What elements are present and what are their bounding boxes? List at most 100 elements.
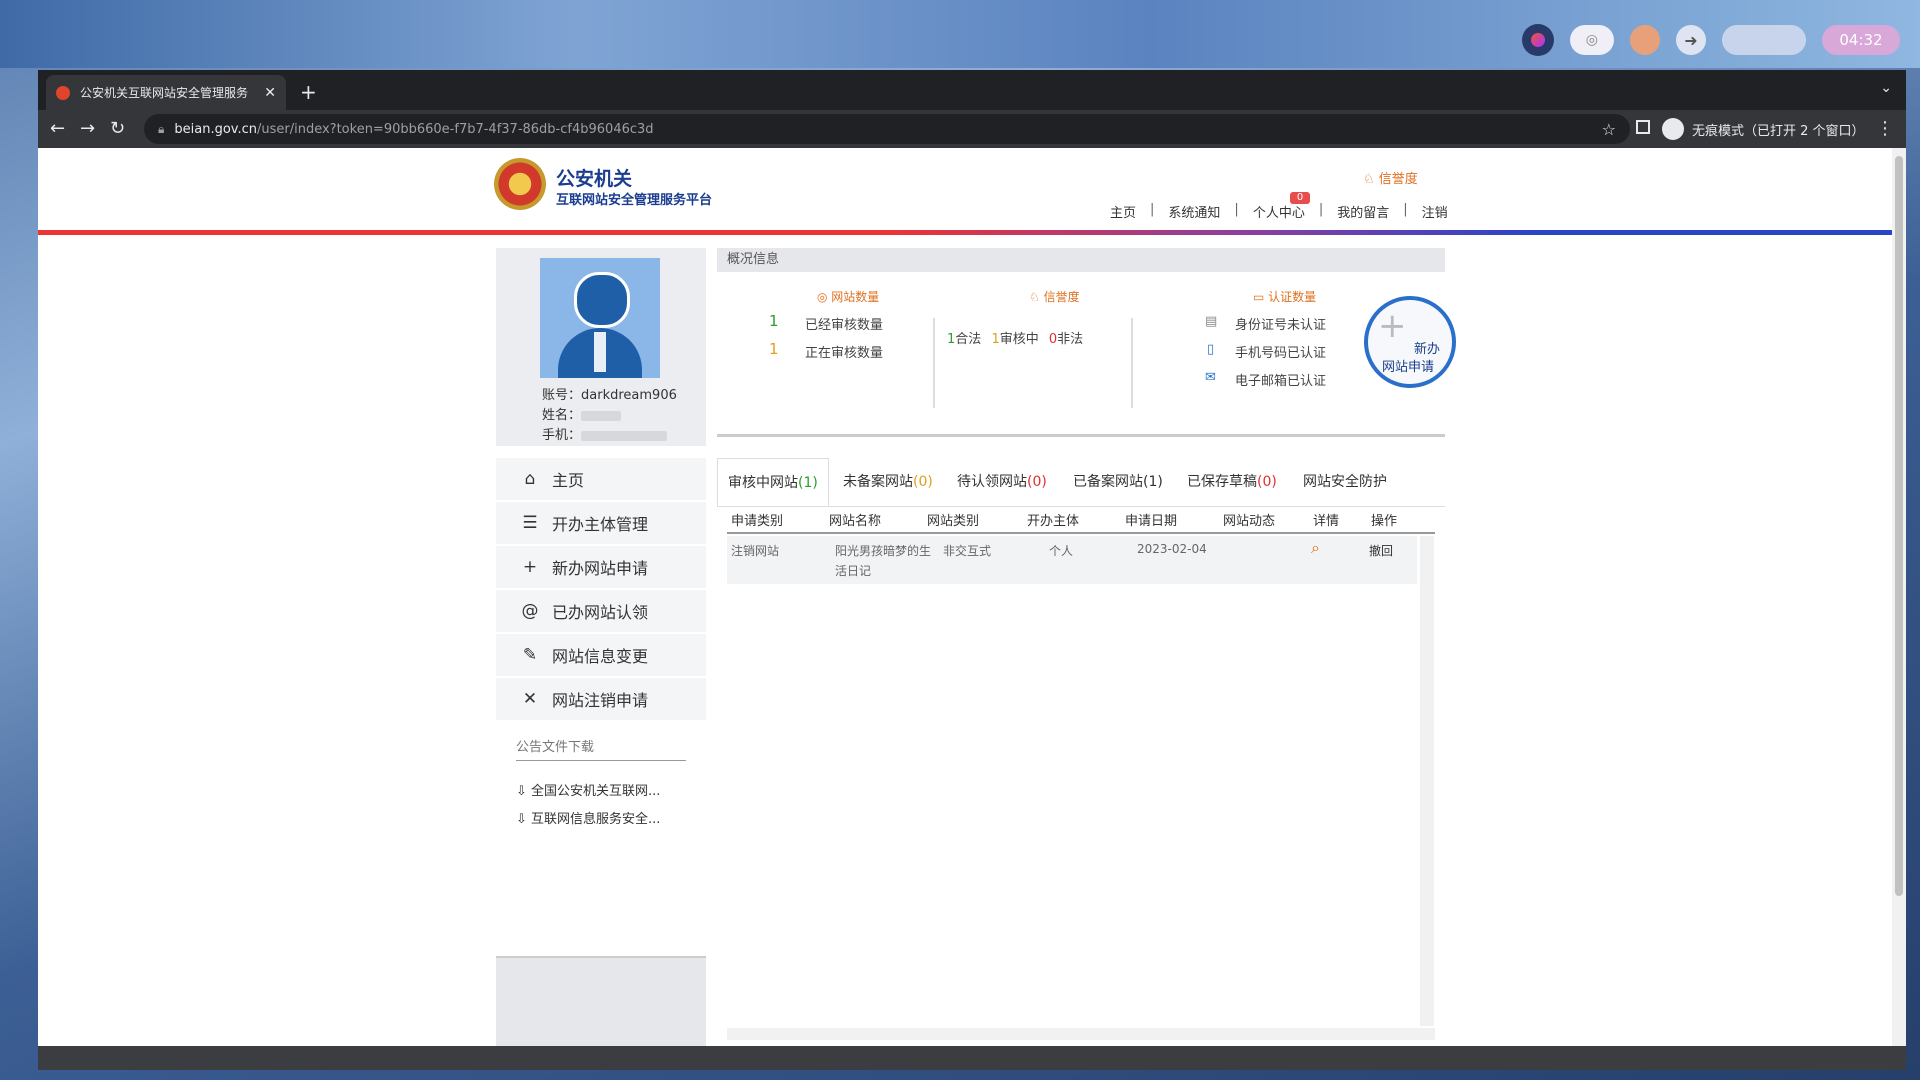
withdraw-link[interactable]: 撤回: [1369, 542, 1393, 559]
tab-filed[interactable]: 已备案网站(1): [1073, 458, 1163, 506]
col-name: 网站名称: [829, 514, 882, 529]
page-scrollbar[interactable]: [1892, 148, 1906, 1046]
credit-label: 信誉度: [1378, 172, 1418, 187]
arrow-right-icon[interactable]: ➜: [1676, 25, 1706, 55]
col-category: 网站类别: [927, 514, 980, 529]
tab-unclaimed[interactable]: 待认领网站(0): [957, 458, 1047, 506]
new-site-label-2: 网站申请: [1382, 360, 1435, 375]
tab-search-icon[interactable]: ⌄: [1880, 80, 1892, 96]
address-bar[interactable]: 🔒︎ beian.gov.cn /user/index?token=90bb66…: [144, 114, 1630, 144]
menu-label: 已办网站认领: [552, 603, 649, 622]
cert-phone: 手机号码已认证: [1235, 346, 1327, 361]
tab-unfiled[interactable]: 未备案网站(0): [843, 458, 933, 506]
avatar: [540, 258, 660, 378]
cert-heading: ▭ 认证数量: [1253, 290, 1317, 304]
notice-link-2[interactable]: ⇩ 互联网信息服务安全...: [516, 808, 660, 827]
reload-icon[interactable]: ↻: [110, 118, 125, 139]
reviewed-count: 1: [769, 312, 779, 330]
back-icon[interactable]: ←: [50, 118, 65, 139]
notice-link-1[interactable]: ⇩ 全国公安机关互联网...: [516, 780, 660, 799]
cert-id: 身份证号未认证: [1235, 318, 1327, 333]
left-panel-footer: [496, 956, 706, 1046]
scrollbar-thumb[interactable]: [1895, 156, 1903, 896]
account-value: darkdream906: [581, 388, 677, 403]
user-avatar-icon[interactable]: [1630, 25, 1660, 55]
col-type: 申请类别: [731, 514, 784, 529]
nav-messages[interactable]: 我的留言: [1337, 202, 1389, 221]
tab-label: 网站安全防护: [1303, 474, 1387, 490]
browser-menu-icon[interactable]: ⋮: [1876, 118, 1894, 139]
table-header-divider: [727, 532, 1435, 534]
plus-icon: +: [1378, 306, 1407, 346]
browser-bottom-bar: [38, 1046, 1906, 1070]
browser-window: 公安机关互联网站安全管理服务 ✕ + ⌄ ← → ↻ 🔒︎ beian.gov.…: [38, 70, 1906, 1070]
tab-reviewing[interactable]: 审核中网站(1): [717, 458, 829, 506]
close-tab-icon[interactable]: ✕: [264, 85, 276, 101]
review-count: 1: [991, 332, 1000, 347]
system-tray: ◎ ➜ 04:32: [1521, 24, 1900, 56]
review-label: 审核中: [999, 332, 1039, 347]
tab-count: (1): [1143, 474, 1163, 490]
account-label: 账号：: [542, 388, 582, 403]
menu-change-info[interactable]: ✎ 网站信息变更: [496, 634, 706, 678]
id-card-icon: ▤: [1205, 314, 1218, 329]
cell-owner: 个人: [1049, 544, 1074, 558]
credit-link[interactable]: ♘ 信誉度: [1363, 168, 1418, 187]
reviewing-count: 1: [769, 340, 779, 358]
name-line: 姓名：: [542, 404, 622, 423]
incognito-indicator[interactable]: 无痕模式（已打开 2 个窗口）: [1662, 116, 1865, 142]
lock-icon[interactable]: 🔒︎: [158, 122, 164, 137]
table-horizontal-scrollbar[interactable]: [727, 1028, 1435, 1040]
tab-drafts[interactable]: 已保存草稿(0): [1187, 458, 1277, 506]
search-icon[interactable]: ⌕: [1311, 538, 1320, 558]
browser-tab[interactable]: 公安机关互联网站安全管理服务 ✕: [46, 75, 286, 110]
clock[interactable]: 04:32: [1822, 25, 1900, 55]
menu-claim-site[interactable]: @ 已办网站认领: [496, 590, 706, 634]
col-date: 申请日期: [1125, 514, 1178, 529]
tab-security[interactable]: 网站安全防护: [1303, 458, 1387, 506]
menu-label: 网站注销申请: [552, 691, 649, 710]
illegal-count: 0: [1048, 332, 1058, 347]
bookmark-star-icon[interactable]: ☆: [1602, 120, 1616, 139]
menu-label: 开办主体管理: [552, 515, 649, 534]
table-scrollbar[interactable]: [1420, 536, 1434, 1026]
forward-icon[interactable]: →: [80, 118, 95, 139]
new-tab-icon[interactable]: +: [300, 80, 317, 104]
menu-subject-manage[interactable]: ☰ 开办主体管理: [496, 502, 706, 546]
menu-home[interactable]: ⌂ 主页: [496, 458, 706, 502]
phone-line: 手机：: [542, 424, 668, 443]
phone-label: 手机：: [542, 428, 582, 443]
new-site-button[interactable]: + 新办 网站申请: [1364, 296, 1456, 388]
tab-label: 待认领网站: [957, 474, 1027, 490]
browser-toolbar: ← → ↻ 🔒︎ beian.gov.cn /user/index?token=…: [38, 110, 1906, 148]
notice-label: 全国公安机关互联网...: [531, 784, 661, 799]
nav-notices[interactable]: 系统通知: [1168, 202, 1220, 221]
tab-count: (0): [1027, 474, 1047, 490]
notice-divider: [516, 760, 686, 761]
overview-title: 概况信息: [717, 248, 1445, 272]
notice-label: 互联网信息服务安全...: [531, 812, 661, 827]
incognito-label: 无痕模式（已打开 2 个窗口）: [1692, 123, 1865, 139]
tab-count: (1): [798, 475, 818, 491]
table-body-empty: [727, 584, 1417, 1024]
name-label: 姓名：: [542, 408, 582, 423]
col-status: 网站动态: [1223, 514, 1276, 529]
app-icon[interactable]: [1521, 24, 1554, 56]
tray-indicator[interactable]: [1722, 25, 1806, 55]
site-tabs: 审核中网站(1) 未备案网站(0) 待认领网站(0) 已备案网站(1) 已保存草…: [717, 458, 1445, 507]
menu-new-site[interactable]: + 新办网站申请: [496, 546, 706, 590]
menu-label: 新办网站申请: [552, 559, 649, 578]
reviewing-label: 正在审核数量: [805, 346, 884, 361]
name-redacted: [581, 410, 622, 421]
edit-icon: ✎: [522, 645, 538, 665]
header-color-line: [38, 230, 1906, 235]
nav-personal-center[interactable]: 个人中心: [1253, 202, 1305, 221]
nav-logout[interactable]: 注销: [1422, 202, 1448, 221]
list-icon: ☰: [522, 513, 538, 533]
reviewed-label: 已经审核数量: [805, 318, 884, 333]
side-panel-icon[interactable]: [1636, 120, 1650, 134]
nav-home[interactable]: 主页: [1110, 202, 1136, 221]
camera-icon[interactable]: ◎: [1569, 25, 1614, 55]
cell-date: 2023-02-04: [1137, 542, 1207, 556]
menu-cancel-site[interactable]: ✕ 网站注销申请: [496, 678, 706, 722]
